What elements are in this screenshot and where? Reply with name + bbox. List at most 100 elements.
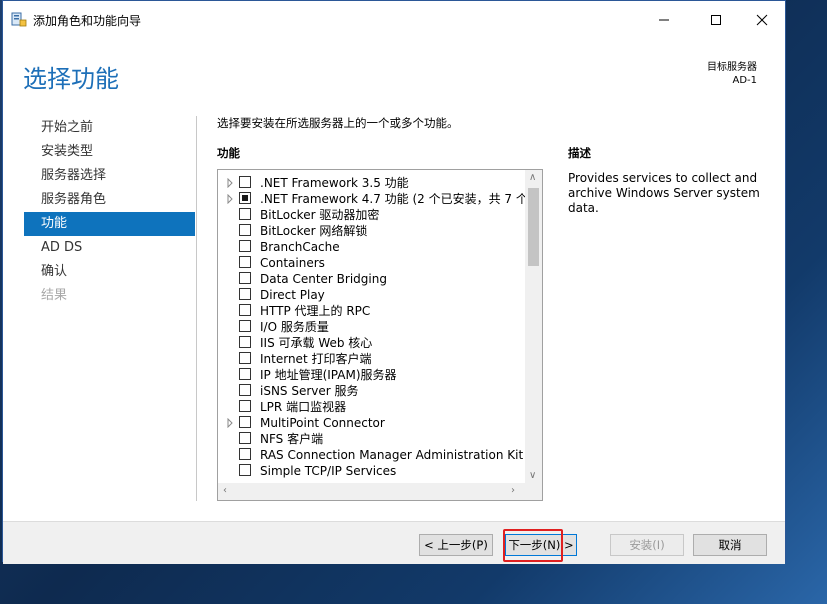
feature-label: BitLocker 网络解锁 bbox=[260, 224, 368, 238]
button-bar: < 上一步(P) 下一步(N) > 安装(I) 取消 bbox=[3, 521, 785, 564]
feature-row[interactable]: BitLocker 网络解锁 bbox=[218, 223, 526, 239]
feature-checkbox[interactable] bbox=[239, 224, 251, 236]
feature-checkbox[interactable] bbox=[239, 400, 251, 412]
feature-row[interactable]: I/O 服务质量 bbox=[218, 319, 526, 335]
feature-checkbox[interactable] bbox=[239, 240, 251, 252]
feature-label: HTTP 代理上的 RPC bbox=[260, 304, 371, 318]
feature-label: RAS Connection Manager Administration Ki… bbox=[260, 448, 541, 462]
feature-label: IIS 可承载 Web 核心 bbox=[260, 336, 373, 350]
feature-checkbox[interactable] bbox=[239, 256, 251, 268]
window-title: 添加角色和功能向导 bbox=[33, 14, 142, 28]
feature-label: .NET Framework 4.7 功能 (2 个已安装，共 7 个) bbox=[260, 192, 533, 206]
vertical-scroll-thumb[interactable] bbox=[528, 188, 539, 266]
server-wizard-icon bbox=[11, 12, 27, 27]
target-server: 目标服务器 AD-1 bbox=[707, 61, 757, 87]
feature-row[interactable]: BranchCache bbox=[218, 239, 526, 255]
feature-label: NFS 客户端 bbox=[260, 432, 324, 446]
feature-label: BitLocker 驱动器加密 bbox=[260, 208, 380, 222]
nav-item-results: 结果 bbox=[41, 288, 68, 303]
minimize-button[interactable] bbox=[641, 1, 687, 39]
feature-row[interactable]: Simple TCP/IP Services bbox=[218, 463, 526, 479]
feature-checkbox[interactable] bbox=[239, 176, 251, 188]
feature-checkbox[interactable] bbox=[239, 448, 251, 460]
feature-checkbox[interactable] bbox=[239, 320, 251, 332]
scroll-down-icon[interactable]: ∨ bbox=[529, 470, 536, 481]
feature-checkbox[interactable] bbox=[239, 464, 251, 476]
scroll-left-icon[interactable]: ‹ bbox=[223, 485, 227, 496]
feature-label: Direct Play bbox=[260, 288, 325, 302]
title-bar[interactable]: 添加角色和功能向导 bbox=[3, 1, 785, 39]
expand-arrow-icon[interactable] bbox=[225, 194, 235, 204]
cancel-button[interactable]: 取消 bbox=[693, 534, 767, 556]
feature-checkbox[interactable] bbox=[239, 336, 251, 348]
feature-checkbox[interactable] bbox=[239, 352, 251, 364]
next-button-highlight bbox=[503, 529, 563, 562]
feature-row[interactable]: iSNS Server 服务 bbox=[218, 383, 526, 399]
feature-label: Simple TCP/IP Services bbox=[260, 464, 397, 478]
feature-checkbox[interactable] bbox=[239, 192, 251, 204]
nav-divider bbox=[196, 116, 197, 501]
feature-row[interactable]: Containers bbox=[218, 255, 526, 271]
horizontal-scrollbar[interactable]: ‹ › bbox=[218, 483, 525, 500]
description-label: 描述 bbox=[568, 146, 591, 160]
wizard-nav: 开始之前 安装类型 服务器选择 服务器角色 功能 AD DS 确认 结果 bbox=[24, 116, 195, 308]
description-text: Provides services to collect and archive… bbox=[568, 171, 760, 215]
close-button[interactable] bbox=[739, 1, 785, 39]
features-list[interactable]: .NET Framework 3.5 功能 .NET Framework 4.7 … bbox=[217, 169, 543, 501]
feature-row[interactable]: Internet 打印客户端 bbox=[218, 351, 526, 367]
scroll-right-icon[interactable]: › bbox=[511, 485, 515, 496]
feature-row[interactable]: MultiPoint Connector bbox=[218, 415, 526, 431]
nav-item-features[interactable]: 功能 bbox=[24, 212, 195, 236]
nav-item-installation-type[interactable]: 安装类型 bbox=[24, 140, 195, 164]
feature-checkbox[interactable] bbox=[239, 208, 251, 220]
feature-row[interactable]: Data Center Bridging bbox=[218, 271, 526, 287]
vertical-scrollbar[interactable]: ∧ ∨ bbox=[525, 170, 542, 483]
feature-checkbox[interactable] bbox=[239, 416, 251, 428]
nav-item-server-roles[interactable]: 服务器角色 bbox=[24, 188, 195, 212]
feature-label: I/O 服务质量 bbox=[260, 320, 329, 334]
nav-item-before-you-begin[interactable]: 开始之前 bbox=[24, 116, 195, 140]
install-button: 安装(I) bbox=[610, 534, 684, 556]
expand-arrow-icon[interactable] bbox=[225, 178, 235, 188]
feature-row[interactable]: Direct Play bbox=[218, 287, 526, 303]
feature-label: Internet 打印客户端 bbox=[260, 352, 372, 366]
feature-row[interactable]: LPR 端口监视器 bbox=[218, 399, 526, 415]
feature-label: MultiPoint Connector bbox=[260, 416, 385, 430]
intro-text: 选择要安装在所选服务器上的一个或多个功能。 bbox=[217, 116, 459, 130]
feature-checkbox[interactable] bbox=[239, 288, 251, 300]
expand-arrow-icon[interactable] bbox=[225, 418, 235, 428]
feature-label: LPR 端口监视器 bbox=[260, 400, 347, 414]
feature-label: Data Center Bridging bbox=[260, 272, 387, 286]
feature-checkbox[interactable] bbox=[239, 272, 251, 284]
feature-label: Containers bbox=[260, 256, 325, 270]
feature-row[interactable]: BitLocker 驱动器加密 bbox=[218, 207, 526, 223]
target-server-label: 目标服务器 bbox=[707, 62, 757, 73]
feature-row[interactable]: IIS 可承载 Web 核心 bbox=[218, 335, 526, 351]
feature-row[interactable]: NFS 客户端 bbox=[218, 431, 526, 447]
feature-row[interactable]: IP 地址管理(IPAM)服务器 bbox=[218, 367, 526, 383]
nav-item-server-selection[interactable]: 服务器选择 bbox=[24, 164, 195, 188]
nav-item-confirmation[interactable]: 确认 bbox=[24, 260, 195, 284]
feature-row[interactable]: RAS Connection Manager Administration Ki… bbox=[218, 447, 540, 463]
scrollbar-corner bbox=[525, 483, 542, 500]
feature-row[interactable]: .NET Framework 3.5 功能 bbox=[218, 175, 526, 191]
previous-button[interactable]: < 上一步(P) bbox=[419, 534, 493, 556]
minimize-icon bbox=[659, 19, 669, 21]
feature-checkbox[interactable] bbox=[239, 304, 251, 316]
maximize-icon bbox=[711, 15, 721, 25]
feature-label: IP 地址管理(IPAM)服务器 bbox=[260, 368, 397, 382]
features-label: 功能 bbox=[217, 146, 240, 160]
feature-checkbox[interactable] bbox=[239, 368, 251, 380]
feature-row[interactable]: HTTP 代理上的 RPC bbox=[218, 303, 526, 319]
page-title: 选择功能 bbox=[23, 65, 119, 93]
feature-label: iSNS Server 服务 bbox=[260, 384, 359, 398]
feature-row[interactable]: .NET Framework 4.7 功能 (2 个已安装，共 7 个) bbox=[218, 191, 533, 207]
feature-checkbox[interactable] bbox=[239, 384, 251, 396]
features-rows: .NET Framework 3.5 功能 .NET Framework 4.7 … bbox=[218, 175, 540, 479]
feature-label: BranchCache bbox=[260, 240, 340, 254]
feature-checkbox[interactable] bbox=[239, 432, 251, 444]
nav-item-ad-ds[interactable]: AD DS bbox=[24, 236, 195, 260]
scroll-up-icon[interactable]: ∧ bbox=[529, 172, 536, 183]
wizard-window: 添加角色和功能向导 选择功能 目标服务器 AD-1 开始之前 安装类型 服务器选… bbox=[2, 0, 786, 564]
maximize-button[interactable] bbox=[693, 1, 739, 39]
